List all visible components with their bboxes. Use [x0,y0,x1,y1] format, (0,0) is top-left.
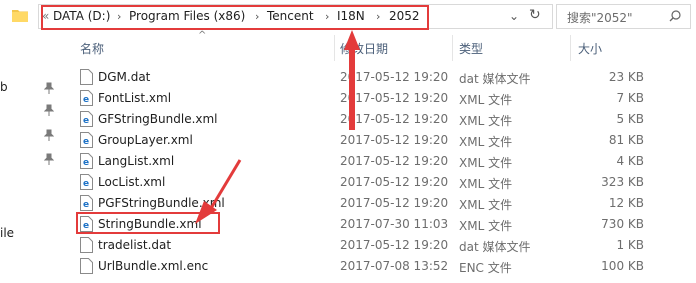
annotation-arrows [195,30,360,224]
arrow-up-icon [344,30,360,130]
arrow-diagonal-icon [208,159,242,211]
